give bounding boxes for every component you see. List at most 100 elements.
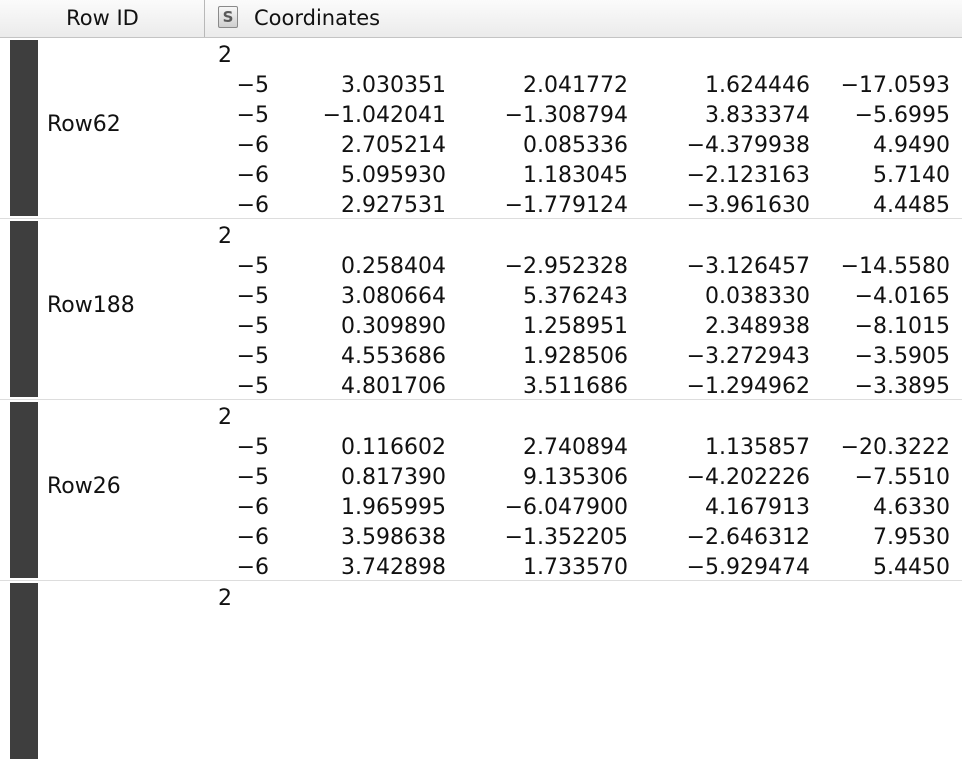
table-row[interactable]: 2 — [0, 581, 962, 761]
matrix-row: −5 4.553686 1.928506 −3.272943 −3.5905 — [206, 344, 962, 374]
column-header-row-id[interactable]: Row ID — [0, 0, 205, 37]
matrix-row: −5 3.080664 5.376243 0.038330 −4.0165 — [206, 284, 962, 314]
matrix-value: −1.352205 — [504, 525, 628, 550]
matrix-value: −6 — [236, 555, 269, 580]
matrix-value: 1.183045 — [523, 163, 628, 188]
matrix-value: −4.0165 — [854, 284, 950, 309]
matrix-value: 4.6330 — [873, 495, 950, 520]
table-header: Row ID S Coordinates — [0, 0, 962, 38]
row-selection-bar[interactable] — [10, 40, 38, 216]
matrix-value: 4.4485 — [873, 193, 950, 218]
matrix-value: 4.801706 — [341, 374, 446, 399]
matrix-value: −5.6995 — [854, 103, 950, 128]
matrix-value: −6 — [236, 525, 269, 550]
matrix-value: −4.379938 — [686, 133, 810, 158]
matrix-value: −5 — [236, 465, 269, 490]
matrix-value: 4.9490 — [873, 133, 950, 158]
matrix-value: 2.705214 — [341, 133, 446, 158]
matrix-value: 3.742898 — [341, 555, 446, 580]
matrix-value: 3.030351 — [341, 73, 446, 98]
matrix-value: −3.3895 — [854, 374, 950, 399]
matrix-row: −5 3.030351 2.041772 1.624446 −17.0593 — [206, 73, 962, 103]
table-body: Row62 2 −5 3.030351 2.041772 1.624446 −1… — [0, 38, 962, 759]
matrix-value: −4.202226 — [686, 465, 810, 490]
row-id: Row188 — [47, 293, 135, 318]
matrix-value: 0.258404 — [341, 254, 446, 279]
matrix-row: −6 5.095930 1.183045 −2.123163 5.7140 — [206, 163, 962, 193]
matrix-value: 5.7140 — [873, 163, 950, 188]
matrix-value: −20.3222 — [840, 435, 950, 460]
matrix-row: −5 0.309890 1.258951 2.348938 −8.1015 — [206, 314, 962, 344]
matrix-value: 2.927531 — [341, 193, 446, 218]
matrix-row: −5 0.258404 −2.952328 −3.126457 −14.5580 — [206, 254, 962, 284]
coordinates-cell[interactable]: 2 −5 3.030351 2.041772 1.624446 −17.0593… — [206, 38, 962, 218]
row-selection-bar[interactable] — [10, 221, 38, 397]
dimension-value: 2 — [218, 224, 232, 249]
coordinates-cell[interactable]: 2 −5 0.258404 −2.952328 −3.126457 −14.55… — [206, 219, 962, 399]
matrix-value: 2.740894 — [523, 435, 628, 460]
matrix-value: 1.624446 — [705, 73, 810, 98]
matrix-value: −7.5510 — [854, 465, 950, 490]
matrix-value: 0.116602 — [341, 435, 446, 460]
matrix-row: −6 1.965995 −6.047900 4.167913 4.6330 — [206, 495, 962, 525]
row-selection-bar[interactable] — [10, 583, 38, 759]
matrix-value: −5.929474 — [686, 555, 810, 580]
dimension-value: 2 — [218, 43, 232, 68]
column-header-coordinates-label: Coordinates — [254, 6, 381, 30]
matrix-value: −5 — [236, 344, 269, 369]
column-header-row-id-label: Row ID — [66, 6, 139, 30]
matrix-value: 0.309890 — [341, 314, 446, 339]
matrix-row: −6 3.598638 −1.352205 −2.646312 7.9530 — [206, 525, 962, 555]
matrix-value: 0.817390 — [341, 465, 446, 490]
matrix-value: 0.038330 — [705, 284, 810, 309]
matrix-value: −6.047900 — [504, 495, 628, 520]
matrix-value: −3.5905 — [854, 344, 950, 369]
matrix-value: −8.1015 — [854, 314, 950, 339]
matrix-row: −6 2.705214 0.085336 −4.379938 4.9490 — [206, 133, 962, 163]
matrix-value: 3.511686 — [523, 374, 628, 399]
matrix-value: 4.553686 — [341, 344, 446, 369]
matrix-value: −1.779124 — [504, 193, 628, 218]
coordinates-cell[interactable]: 2 — [206, 581, 962, 761]
matrix-value: 4.167913 — [705, 495, 810, 520]
matrix-value: −5 — [236, 254, 269, 279]
matrix-value: 1.258951 — [523, 314, 628, 339]
table-row[interactable]: Row26 2 −5 0.116602 2.740894 1.135857 −2… — [0, 400, 962, 581]
matrix-value: 3.598638 — [341, 525, 446, 550]
matrix-value: −1.042041 — [322, 103, 446, 128]
table-row[interactable]: Row62 2 −5 3.030351 2.041772 1.624446 −1… — [0, 38, 962, 219]
matrix-value: −1.294962 — [686, 374, 810, 399]
column-header-coordinates[interactable]: S Coordinates — [206, 0, 962, 37]
matrix-value: −6 — [236, 495, 269, 520]
matrix-value: 5.4450 — [873, 555, 950, 580]
matrix-value: 7.9530 — [873, 525, 950, 550]
matrix-value: −17.0593 — [840, 73, 950, 98]
matrix-value: −3.961630 — [686, 193, 810, 218]
matrix-value: 1.733570 — [523, 555, 628, 580]
matrix-value: −3.126457 — [686, 254, 810, 279]
matrix-value: −1.308794 — [504, 103, 628, 128]
row-selection-bar[interactable] — [10, 402, 38, 578]
matrix-value: 5.376243 — [523, 284, 628, 309]
matrix-value: 3.833374 — [705, 103, 810, 128]
matrix-value: −6 — [236, 133, 269, 158]
matrix-value: −3.272943 — [686, 344, 810, 369]
matrix-value: −6 — [236, 163, 269, 188]
table-row[interactable]: Row188 2 −5 0.258404 −2.952328 −3.126457… — [0, 219, 962, 400]
matrix-value: −5 — [236, 374, 269, 399]
matrix-value: 5.095930 — [341, 163, 446, 188]
string-type-icon: S — [218, 6, 238, 28]
matrix-value: 1.965995 — [341, 495, 446, 520]
matrix-value: −2.952328 — [504, 254, 628, 279]
dimension-value: 2 — [218, 586, 232, 611]
matrix-value: 3.080664 — [341, 284, 446, 309]
matrix-value: −14.5580 — [840, 254, 950, 279]
row-id: Row62 — [47, 112, 121, 137]
coordinates-cell[interactable]: 2 −5 0.116602 2.740894 1.135857 −20.3222… — [206, 400, 962, 580]
matrix-row: −5 −1.042041 −1.308794 3.833374 −5.6995 — [206, 103, 962, 133]
matrix-value: −6 — [236, 193, 269, 218]
dimension-value: 2 — [218, 405, 232, 430]
matrix-value: 1.928506 — [523, 344, 628, 369]
matrix-value: 9.135306 — [523, 465, 628, 490]
matrix-value: 2.348938 — [705, 314, 810, 339]
